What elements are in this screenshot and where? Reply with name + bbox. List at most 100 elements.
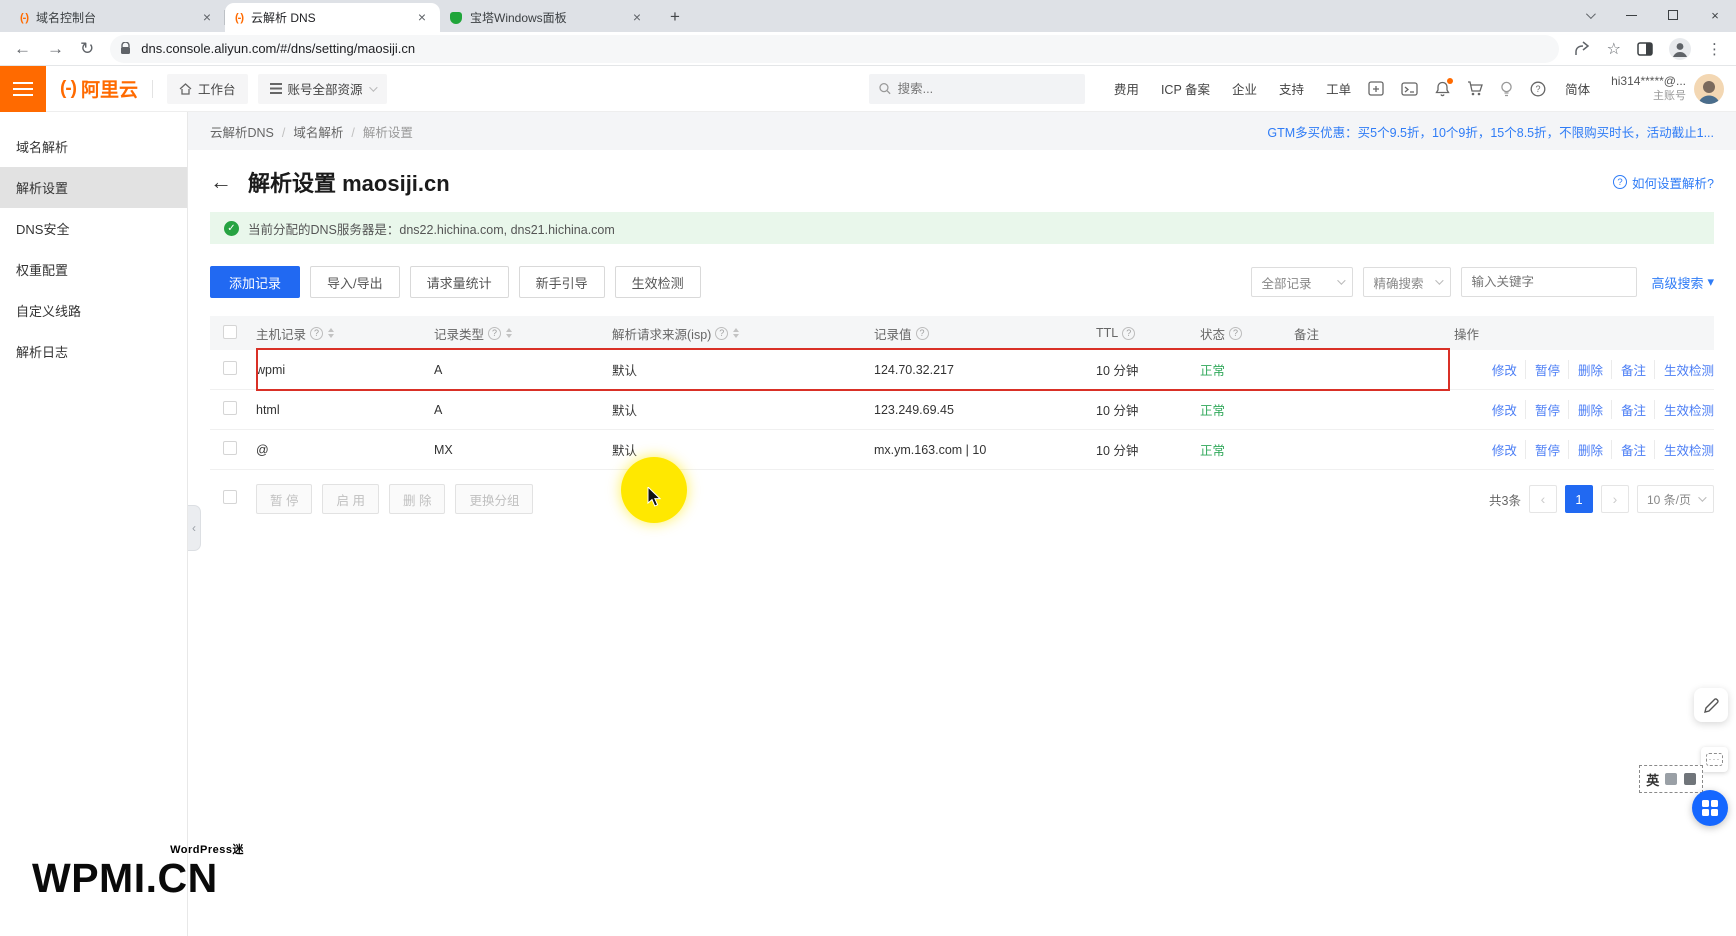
delete-link[interactable]: 删除	[1568, 400, 1603, 419]
tab-bt-panel[interactable]: 宝塔Windows面板 ×	[440, 3, 655, 32]
row-checkbox[interactable]	[223, 441, 237, 455]
nav-enterprise[interactable]: 企业	[1232, 79, 1257, 98]
remark-link[interactable]: 备注	[1611, 360, 1646, 379]
aliyun-logo[interactable]: (-) 阿里云	[60, 75, 138, 102]
select-all-checkbox[interactable]	[223, 325, 237, 339]
remark-link[interactable]: 备注	[1611, 440, 1646, 459]
sidebar-collapse-handle[interactable]: ‹	[188, 505, 201, 551]
request-stats-button[interactable]: 请求量统计	[410, 266, 509, 298]
products-menu-button[interactable]	[0, 66, 46, 112]
close-window-button[interactable]: ×	[1694, 0, 1736, 30]
back-button[interactable]: ←	[210, 169, 232, 195]
ime-hand-icon[interactable]	[1665, 773, 1677, 785]
batch-select-checkbox[interactable]	[223, 490, 237, 504]
ime-mode-english[interactable]: 英	[1646, 770, 1659, 789]
how-to-setup-link[interactable]: ? 如何设置解析?	[1613, 173, 1714, 192]
batch-delete-button[interactable]: 删 除	[389, 484, 445, 514]
all-resources-dropdown[interactable]: 账号全部资源	[258, 74, 387, 104]
keyword-input[interactable]	[1471, 275, 1632, 289]
gtm-promo-link[interactable]: GTM多买优惠：买5个9.5折，10个9折，15个8.5折，不限购买时长，活动截…	[1267, 122, 1714, 141]
info-icon[interactable]: ?	[1229, 327, 1242, 340]
close-tab-icon[interactable]: ×	[414, 10, 430, 26]
tab-dns-console[interactable]: (-) 云解析 DNS ×	[225, 3, 440, 32]
restore-button[interactable]	[1652, 0, 1694, 30]
advanced-search-link[interactable]: 高级搜索▾	[1651, 273, 1714, 292]
minimize-button[interactable]	[1610, 0, 1652, 30]
current-page[interactable]: 1	[1565, 485, 1593, 513]
delete-link[interactable]: 删除	[1568, 440, 1603, 459]
sidebar-item-domain-resolve[interactable]: 域名解析	[0, 126, 187, 167]
import-export-button[interactable]: 导入/导出	[310, 266, 400, 298]
remark-link[interactable]: 备注	[1611, 400, 1646, 419]
info-icon[interactable]: ?	[1122, 327, 1135, 340]
batch-regroup-button[interactable]: 更换分组	[455, 484, 533, 514]
language-toggle[interactable]: 简体	[1565, 79, 1590, 98]
account-info[interactable]: hi314*****@... 主账号	[1611, 74, 1686, 104]
ime-statusbar[interactable]: 英	[1639, 765, 1703, 793]
ime-comment-button[interactable]: ···	[1701, 747, 1728, 772]
add-record-button[interactable]: 添加记录	[210, 266, 300, 298]
console-search-input[interactable]	[898, 82, 1075, 96]
url-field[interactable]: dns.console.aliyun.com/#/dns/setting/mao…	[110, 35, 1558, 63]
breadcrumb-domain[interactable]: 域名解析	[274, 122, 344, 141]
info-icon[interactable]: ?	[488, 327, 501, 340]
effect-check-link[interactable]: 生效检测	[1654, 360, 1714, 379]
row-checkbox[interactable]	[223, 361, 237, 375]
batch-pause-button[interactable]: 暂 停	[256, 484, 312, 514]
prev-page-button[interactable]: ‹	[1529, 485, 1557, 513]
effect-check-link[interactable]: 生效检测	[1654, 440, 1714, 459]
modify-link[interactable]: 修改	[1492, 440, 1517, 459]
tab-search-icon[interactable]	[1568, 0, 1610, 30]
reload-icon[interactable]: ↻	[80, 39, 94, 59]
nav-billing[interactable]: 费用	[1114, 79, 1139, 98]
close-tab-icon[interactable]: ×	[629, 10, 645, 26]
record-type-filter[interactable]: 全部记录	[1251, 267, 1353, 297]
info-icon[interactable]: ?	[715, 327, 728, 340]
bookmark-star-icon[interactable]: ☆	[1607, 39, 1621, 59]
side-panel-icon[interactable]	[1637, 42, 1653, 56]
delete-link[interactable]: 删除	[1568, 360, 1603, 379]
modify-link[interactable]: 修改	[1492, 400, 1517, 419]
cloudshell-icon[interactable]	[1401, 82, 1418, 96]
effect-check-link[interactable]: 生效检测	[1654, 400, 1714, 419]
help-icon[interactable]: ?	[1530, 81, 1546, 97]
next-page-button[interactable]: ›	[1601, 485, 1629, 513]
breadcrumb-dns[interactable]: 云解析DNS	[210, 122, 274, 141]
info-icon[interactable]: ?	[916, 327, 929, 340]
profile-icon[interactable]	[1669, 38, 1691, 60]
avatar[interactable]	[1694, 74, 1724, 104]
ime-toolbox-icon[interactable]	[1684, 773, 1696, 785]
workbench-button[interactable]: 工作台	[167, 74, 248, 104]
sort-control[interactable]	[506, 328, 512, 338]
sort-control[interactable]	[733, 328, 739, 338]
sidebar-item-resolve-settings[interactable]: 解析设置	[0, 167, 187, 208]
close-tab-icon[interactable]: ×	[199, 10, 215, 26]
console-search[interactable]	[869, 74, 1085, 104]
nav-icp[interactable]: ICP 备案	[1161, 79, 1210, 98]
pause-link[interactable]: 暂停	[1525, 400, 1560, 419]
effect-check-button[interactable]: 生效检测	[615, 266, 701, 298]
info-icon[interactable]: ?	[310, 327, 323, 340]
feedback-edit-button[interactable]	[1694, 688, 1728, 722]
sidebar-item-weight-config[interactable]: 权重配置	[0, 249, 187, 290]
tab-domain-console[interactable]: (-) 域名控制台 ×	[10, 3, 225, 32]
page-size-select[interactable]: 10 条/页	[1637, 485, 1714, 513]
feedback-bulb-icon[interactable]	[1500, 81, 1513, 97]
cart-icon[interactable]	[1467, 81, 1483, 96]
forward-icon[interactable]: →	[47, 39, 64, 59]
sort-control[interactable]	[328, 328, 334, 338]
share-icon[interactable]	[1575, 41, 1591, 56]
nav-tickets[interactable]: 工单	[1326, 79, 1351, 98]
app-center-icon[interactable]	[1368, 81, 1384, 96]
back-icon[interactable]: ←	[14, 39, 31, 59]
browser-menu-icon[interactable]: ⋮	[1707, 40, 1722, 58]
modify-link[interactable]: 修改	[1492, 360, 1517, 379]
batch-enable-button[interactable]: 启 用	[322, 484, 378, 514]
new-tab-button[interactable]: +	[661, 3, 689, 31]
nav-support[interactable]: 支持	[1279, 79, 1304, 98]
sidebar-item-dns-security[interactable]: DNS安全	[0, 208, 187, 249]
sidebar-item-custom-lines[interactable]: 自定义线路	[0, 290, 187, 331]
search-mode-filter[interactable]: 精确搜索	[1363, 267, 1451, 297]
ime-toolbox-button[interactable]	[1692, 790, 1728, 826]
notifications-bell-icon[interactable]	[1435, 81, 1450, 97]
